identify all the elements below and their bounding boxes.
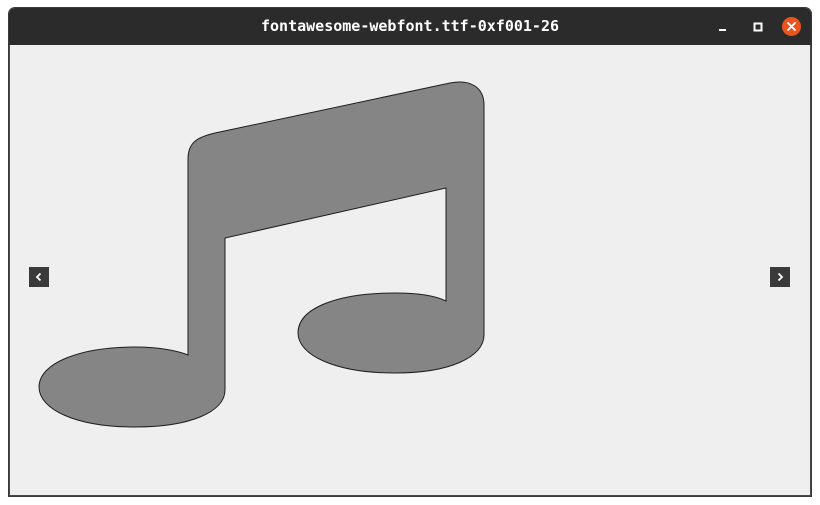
close-button[interactable] xyxy=(782,17,801,36)
close-icon xyxy=(787,22,796,31)
glyph-viewer xyxy=(9,45,811,496)
minimize-icon xyxy=(718,28,726,31)
maximize-button[interactable] xyxy=(748,17,767,36)
minimize-button[interactable] xyxy=(713,17,732,36)
chevron-left-icon xyxy=(35,272,42,282)
music-note-icon xyxy=(38,81,485,428)
maximize-icon xyxy=(753,22,762,31)
previous-button[interactable] xyxy=(29,267,49,287)
next-button[interactable] xyxy=(770,267,790,287)
app-window: fontawesome-webfont.ttf-0xf001-26 xyxy=(9,8,811,496)
chevron-right-icon xyxy=(777,272,784,282)
window-title: fontawesome-webfont.ttf-0xf001-26 xyxy=(260,17,559,35)
title-bar[interactable]: fontawesome-webfont.ttf-0xf001-26 xyxy=(9,8,811,45)
